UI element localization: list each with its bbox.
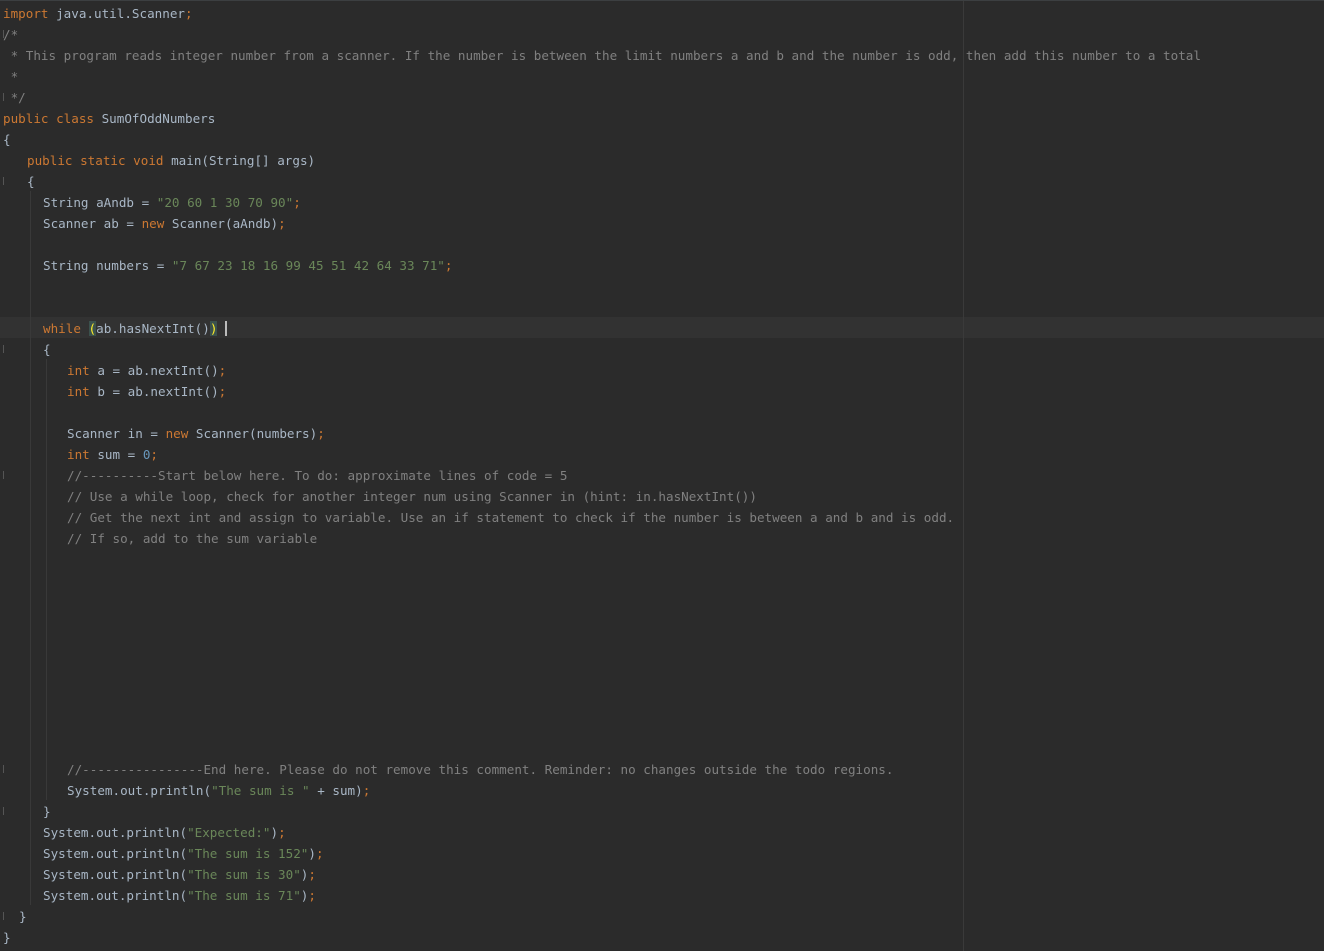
keyword: int xyxy=(67,363,90,378)
code-text: System.out.println( xyxy=(43,867,188,882)
punctuation: ; xyxy=(218,363,227,378)
keyword: int xyxy=(67,447,90,462)
code-text: java.util.Scanner xyxy=(48,6,185,21)
keyword: while xyxy=(43,321,81,336)
code-text: ab.hasNextInt() xyxy=(96,321,210,336)
code-text: System.out.println( xyxy=(43,825,188,840)
todo-start-comment: //----------Start below here. To do: app… xyxy=(67,468,568,483)
todo-end-comment: //----------------End here. Please do no… xyxy=(67,762,894,777)
punctuation: ; xyxy=(362,783,371,798)
code-line-print-71: System.out.println("The sum is 71"); xyxy=(43,885,316,906)
text-caret xyxy=(225,321,228,336)
code-text: String aAndb = xyxy=(43,195,157,210)
while-close-brace: } xyxy=(43,804,51,819)
code-line-aandb: String aAndb = "20 60 1 30 70 90"; xyxy=(43,192,301,213)
todo-hint-comment: // Use a while loop, check for another i… xyxy=(67,489,757,504)
main-method-signature: public static void main(String[] args) xyxy=(27,150,315,171)
while-open-brace: { xyxy=(43,342,51,357)
code-text: Scanner in = xyxy=(67,426,166,441)
code-text: Scanner ab = xyxy=(43,216,142,231)
code-text: sum = xyxy=(89,447,143,462)
class-open-brace: { xyxy=(3,132,11,147)
string-literal: "The sum is 30" xyxy=(187,867,301,882)
code-line-scanner-in: Scanner in = new Scanner(numbers); xyxy=(67,423,325,444)
brace-match-open: ( xyxy=(88,321,97,336)
keyword: new xyxy=(141,216,165,231)
punctuation: ; xyxy=(150,447,159,462)
keyword: import xyxy=(3,6,49,21)
brace-match-close: ) xyxy=(209,321,218,336)
fold-marker[interactable] xyxy=(0,177,4,185)
indent-guide xyxy=(46,359,47,800)
code-line-scanner-ab: Scanner ab = new Scanner(aAndb); xyxy=(43,213,286,234)
code-text: Scanner(aAndb) xyxy=(164,216,279,231)
code-text: + sum) xyxy=(309,783,363,798)
todo-hint-comment: // If so, add to the sum variable xyxy=(67,531,318,546)
code-line-while: while (ab.hasNextInt()) xyxy=(43,318,228,339)
method-signature: main(String[] args) xyxy=(163,153,316,168)
code-text: System.out.println( xyxy=(67,783,212,798)
fold-marker[interactable] xyxy=(0,345,4,353)
method-open-brace: { xyxy=(27,174,35,189)
code-text: b = ab.nextInt() xyxy=(89,384,219,399)
code-text: ) xyxy=(308,846,316,861)
punctuation: ; xyxy=(317,426,325,441)
code-line-int-a: int a = ab.nextInt(); xyxy=(67,360,226,381)
keyword: int xyxy=(67,384,90,399)
comment-line: * xyxy=(3,69,19,84)
comment-description: * This program reads integer number from… xyxy=(3,48,1201,63)
keyword: public class xyxy=(3,111,94,126)
string-literal: "7 67 23 18 16 99 45 51 42 64 33 71" xyxy=(171,258,445,273)
code-line-int-b: int b = ab.nextInt(); xyxy=(67,381,226,402)
code-text: System.out.println( xyxy=(43,888,188,903)
fold-marker[interactable] xyxy=(0,807,4,815)
punctuation: ; xyxy=(278,216,286,231)
fold-marker[interactable] xyxy=(0,765,4,773)
code-text: Scanner(numbers) xyxy=(188,426,318,441)
punctuation: ; xyxy=(278,825,286,840)
method-close-brace: } xyxy=(19,909,27,924)
indent-guide xyxy=(30,191,31,905)
code-line-print-expected: System.out.println("Expected:"); xyxy=(43,822,286,843)
code-text: String numbers = xyxy=(43,258,172,273)
keyword: public static void xyxy=(27,153,164,168)
code-line-int-sum: int sum = 0; xyxy=(67,444,158,465)
punctuation: ; xyxy=(308,867,316,882)
punctuation: ; xyxy=(444,258,453,273)
comment-close: */ xyxy=(3,90,26,105)
class-close-brace: } xyxy=(3,930,11,945)
string-literal: "20 60 1 30 70 90" xyxy=(156,195,294,210)
string-literal: "The sum is " xyxy=(211,783,310,798)
code-text: System.out.println( xyxy=(43,846,188,861)
fold-marker[interactable] xyxy=(0,912,4,920)
code-text: ) xyxy=(270,825,279,840)
right-margin-guide xyxy=(963,1,964,951)
todo-hint-comment: // Get the next int and assign to variab… xyxy=(67,510,955,525)
punctuation: ; xyxy=(293,195,301,210)
code-line-print-30: System.out.println("The sum is 30"); xyxy=(43,864,316,885)
string-literal: "The sum is 71" xyxy=(187,888,301,903)
punctuation: ; xyxy=(218,384,227,399)
keyword: new xyxy=(165,426,189,441)
code-editor[interactable]: import java.util.Scanner; /* * This prog… xyxy=(0,0,1324,951)
fold-marker[interactable] xyxy=(0,471,4,479)
punctuation: ; xyxy=(315,846,324,861)
code-line-numbers: String numbers = "7 67 23 18 16 99 45 51… xyxy=(43,255,452,276)
comment-open: /* xyxy=(3,27,19,42)
class-name: SumOfOddNumbers xyxy=(94,111,216,126)
string-literal: "Expected:" xyxy=(187,825,271,840)
punctuation: ; xyxy=(308,888,316,903)
string-literal: "The sum is 152" xyxy=(187,846,309,861)
class-declaration: public class SumOfOddNumbers xyxy=(3,108,215,129)
code-line-import: import java.util.Scanner; xyxy=(3,3,193,24)
punctuation: ; xyxy=(184,6,193,21)
code-line-print-152: System.out.println("The sum is 152"); xyxy=(43,843,324,864)
code-text: a = ab.nextInt() xyxy=(89,363,219,378)
code-line-print-sum: System.out.println("The sum is " + sum); xyxy=(67,780,370,801)
